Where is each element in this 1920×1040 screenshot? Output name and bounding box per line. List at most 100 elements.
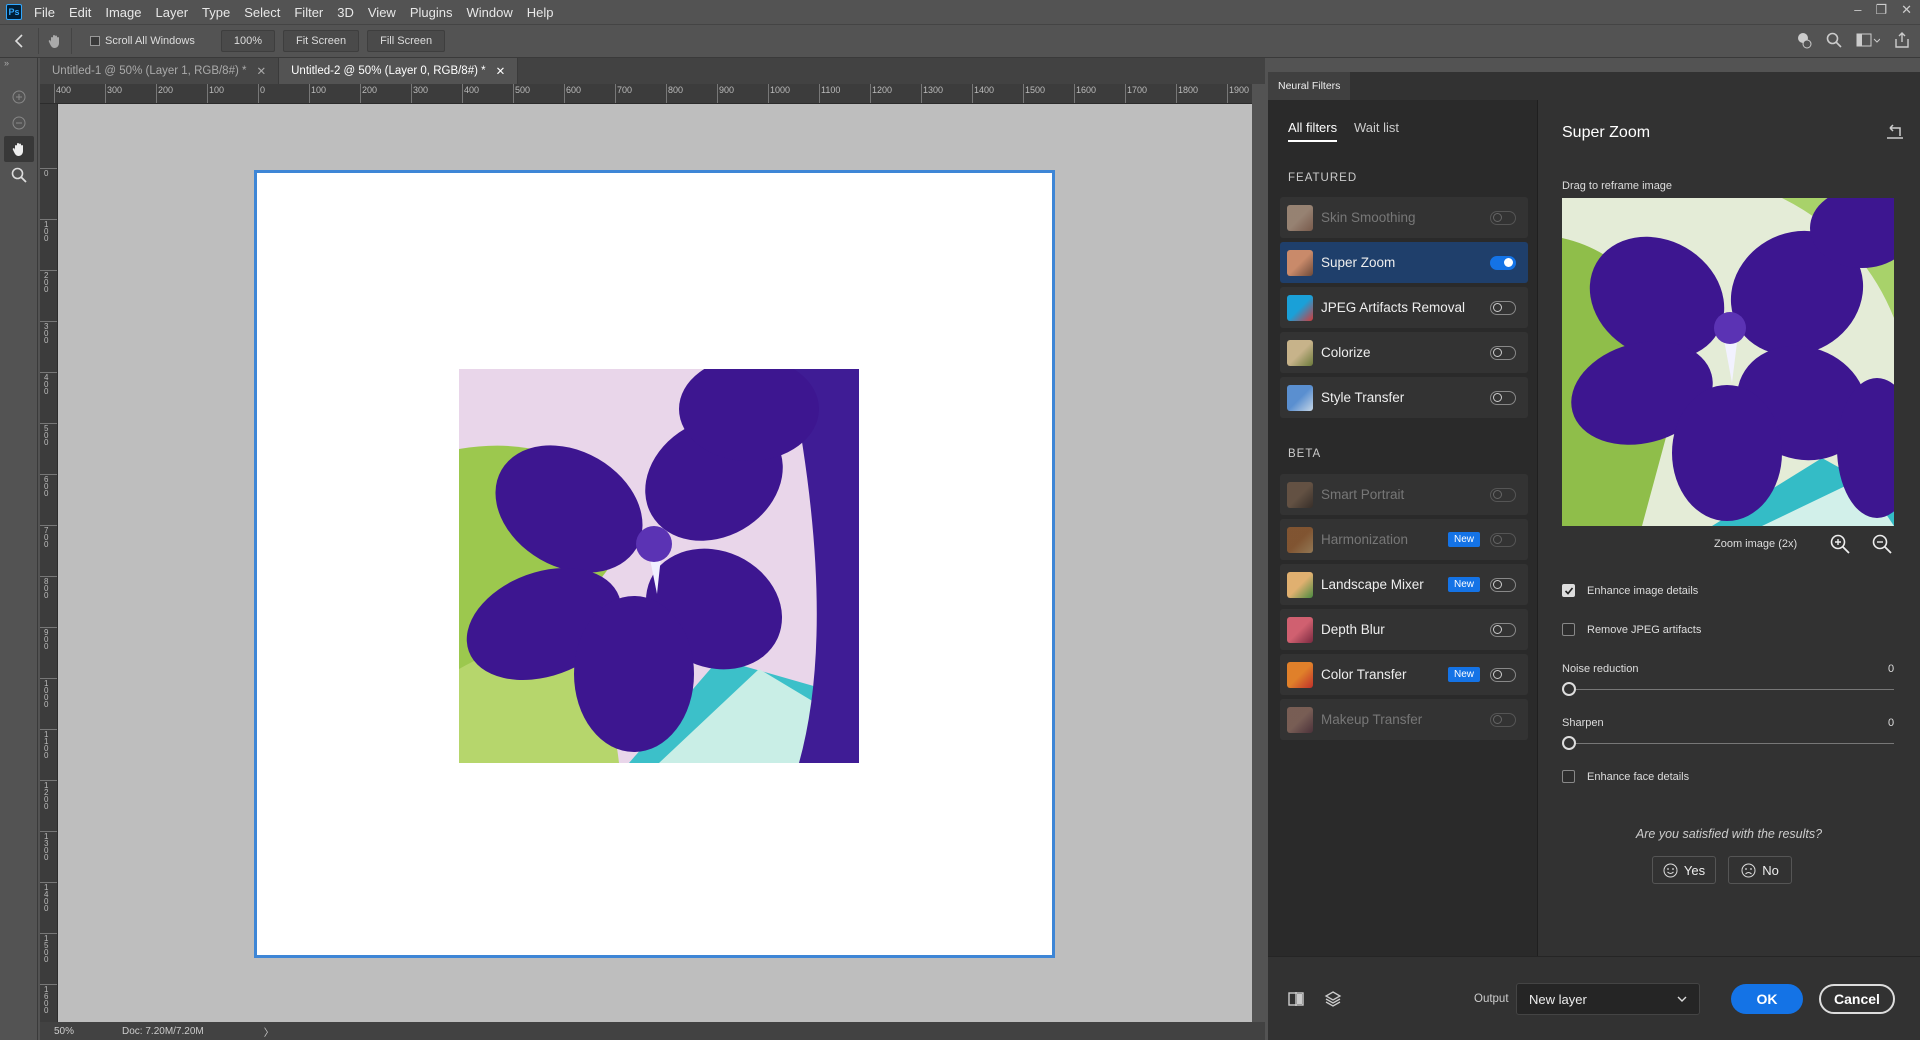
- tab-untitled-1[interactable]: Untitled-1 @ 50% (Layer 1, RGB/8#) * ✕: [40, 58, 280, 84]
- search-icon[interactable]: [1826, 32, 1842, 48]
- filter-color-transfer[interactable]: Color Transfer New: [1280, 654, 1528, 695]
- hand-tool-preset-icon[interactable]: [38, 28, 72, 54]
- zoom-100-button[interactable]: 100%: [220, 30, 275, 52]
- chevron-down-icon: [1677, 996, 1687, 1002]
- menu-3d[interactable]: 3D: [337, 5, 354, 20]
- status-menu-arrow[interactable]: 〉: [264, 1024, 274, 1039]
- filter-toggle[interactable]: [1490, 255, 1516, 270]
- filter-style-transfer[interactable]: Style Transfer: [1280, 377, 1528, 418]
- enhance-details-option[interactable]: Enhance image details: [1562, 584, 1698, 597]
- remove-jpeg-option[interactable]: Remove JPEG artifacts: [1562, 623, 1701, 636]
- cancel-button[interactable]: Cancel: [1819, 984, 1895, 1014]
- tab-label: Untitled-2 @ 50% (Layer 0, RGB/8#) *: [291, 65, 486, 77]
- tab-all-filters[interactable]: All filters: [1288, 120, 1338, 142]
- noise-reduction-slider[interactable]: [1562, 689, 1894, 690]
- menu-window[interactable]: Window: [466, 5, 512, 20]
- yes-button[interactable]: Yes: [1652, 856, 1716, 884]
- workspace-icon[interactable]: [1856, 32, 1880, 48]
- zoom-out-tool-icon[interactable]: [4, 110, 34, 136]
- fit-screen-button[interactable]: Fit Screen: [283, 30, 360, 52]
- ruler-label: 1700: [1127, 85, 1148, 95]
- filter-toggle[interactable]: [1490, 210, 1516, 225]
- reset-icon[interactable]: [1886, 124, 1904, 140]
- filter-toggle[interactable]: [1490, 487, 1516, 502]
- filter-toggle[interactable]: [1490, 667, 1516, 682]
- ruler-label: 100: [209, 85, 225, 95]
- zoom-out-icon[interactable]: [1872, 534, 1892, 554]
- share-icon[interactable]: [1894, 32, 1910, 48]
- zoom-in-icon[interactable]: [1830, 534, 1850, 554]
- restore-icon[interactable]: ❐: [1875, 2, 1887, 18]
- menu-plugins[interactable]: Plugins: [410, 5, 453, 20]
- ruler-label: 1900: [1229, 85, 1250, 95]
- frown-icon: [1741, 863, 1756, 877]
- filter-harmonization[interactable]: Harmonization New: [1280, 519, 1528, 560]
- scroll-all-windows-checkbox[interactable]: Scroll All Windows: [90, 35, 195, 47]
- remove-jpeg-checkbox[interactable]: [1562, 623, 1575, 636]
- zoom-level[interactable]: 50%: [54, 1026, 74, 1037]
- filter-toggle[interactable]: [1490, 532, 1516, 547]
- checkbox-box[interactable]: [90, 36, 100, 46]
- zoom-preview-image[interactable]: [1562, 198, 1894, 526]
- filter-super-zoom[interactable]: Super Zoom: [1280, 242, 1528, 283]
- ruler-tick: [40, 933, 57, 934]
- filter-toggle[interactable]: [1490, 345, 1516, 360]
- menu-select[interactable]: Select: [244, 5, 280, 20]
- menu-file[interactable]: File: [34, 5, 55, 20]
- layers-preview-icon[interactable]: [1324, 990, 1342, 1008]
- collapse-chevron-icon[interactable]: »: [0, 58, 37, 68]
- no-button[interactable]: No: [1728, 856, 1792, 884]
- ruler-label: 1 0 0: [44, 220, 49, 243]
- noise-reduction-knob[interactable]: [1562, 682, 1576, 696]
- menu-view[interactable]: View: [368, 5, 396, 20]
- sharpen-value[interactable]: 0: [1888, 717, 1894, 729]
- menu-image[interactable]: Image: [105, 5, 141, 20]
- enhance-face-option[interactable]: Enhance face details: [1562, 770, 1689, 783]
- sharpen-slider[interactable]: [1562, 743, 1894, 744]
- filter-depth-blur[interactable]: Depth Blur: [1280, 609, 1528, 650]
- filter-jpeg-artifacts-removal[interactable]: JPEG Artifacts Removal: [1280, 287, 1528, 328]
- close-icon[interactable]: ✕: [1901, 2, 1912, 18]
- noise-reduction-label: Noise reduction: [1562, 663, 1639, 675]
- document-canvas[interactable]: [254, 170, 1055, 958]
- enhance-details-checkbox[interactable]: [1562, 584, 1575, 597]
- canvas-scrollbar[interactable]: [1252, 84, 1265, 1022]
- minimize-icon[interactable]: –: [1854, 2, 1861, 18]
- neural-filters-tab[interactable]: Neural Filters: [1268, 72, 1351, 100]
- tab-wait-list[interactable]: Wait list: [1354, 120, 1399, 135]
- filter-makeup-transfer[interactable]: Makeup Transfer: [1280, 699, 1528, 740]
- filter-toggle[interactable]: [1490, 390, 1516, 405]
- filter-colorize[interactable]: Colorize: [1280, 332, 1528, 373]
- ok-button[interactable]: OK: [1731, 984, 1803, 1014]
- enhance-face-checkbox[interactable]: [1562, 770, 1575, 783]
- featured-heading: FEATURED: [1288, 172, 1358, 184]
- menu-filter[interactable]: Filter: [294, 5, 323, 20]
- menu-edit[interactable]: Edit: [69, 5, 91, 20]
- close-tab-icon[interactable]: ✕: [256, 64, 266, 78]
- noise-reduction-value[interactable]: 0: [1888, 663, 1894, 675]
- menu-bar: Ps File Edit Image Layer Type Select Filter 3D V…: [0, 0, 1920, 24]
- filter-toggle[interactable]: [1490, 622, 1516, 637]
- ruler-label: 600: [566, 85, 582, 95]
- hand-tool-icon[interactable]: [4, 136, 34, 162]
- compare-view-icon[interactable]: [1288, 991, 1304, 1007]
- zoom-in-tool-icon[interactable]: [4, 84, 34, 110]
- filter-name: Makeup Transfer: [1321, 712, 1423, 727]
- zoom-tool-icon[interactable]: [4, 162, 34, 188]
- cloud-user-icon[interactable]: [1794, 31, 1812, 49]
- menu-help[interactable]: Help: [527, 5, 554, 20]
- fill-screen-button[interactable]: Fill Screen: [367, 30, 446, 52]
- menu-type[interactable]: Type: [202, 5, 230, 20]
- filter-landscape-mixer[interactable]: Landscape Mixer New: [1280, 564, 1528, 605]
- tab-untitled-2[interactable]: Untitled-2 @ 50% (Layer 0, RGB/8#) * ✕: [279, 58, 519, 84]
- filter-toggle[interactable]: [1490, 712, 1516, 727]
- filter-smart-portrait[interactable]: Smart Portrait: [1280, 474, 1528, 515]
- filter-toggle[interactable]: [1490, 577, 1516, 592]
- close-tab-icon[interactable]: ✕: [496, 64, 506, 78]
- output-select[interactable]: New layer: [1516, 983, 1700, 1015]
- menu-layer[interactable]: Layer: [156, 5, 189, 20]
- sharpen-knob[interactable]: [1562, 736, 1576, 750]
- filter-toggle[interactable]: [1490, 300, 1516, 315]
- filter-skin-smoothing[interactable]: Skin Smoothing: [1280, 197, 1528, 238]
- back-arrow-icon[interactable]: [0, 34, 38, 48]
